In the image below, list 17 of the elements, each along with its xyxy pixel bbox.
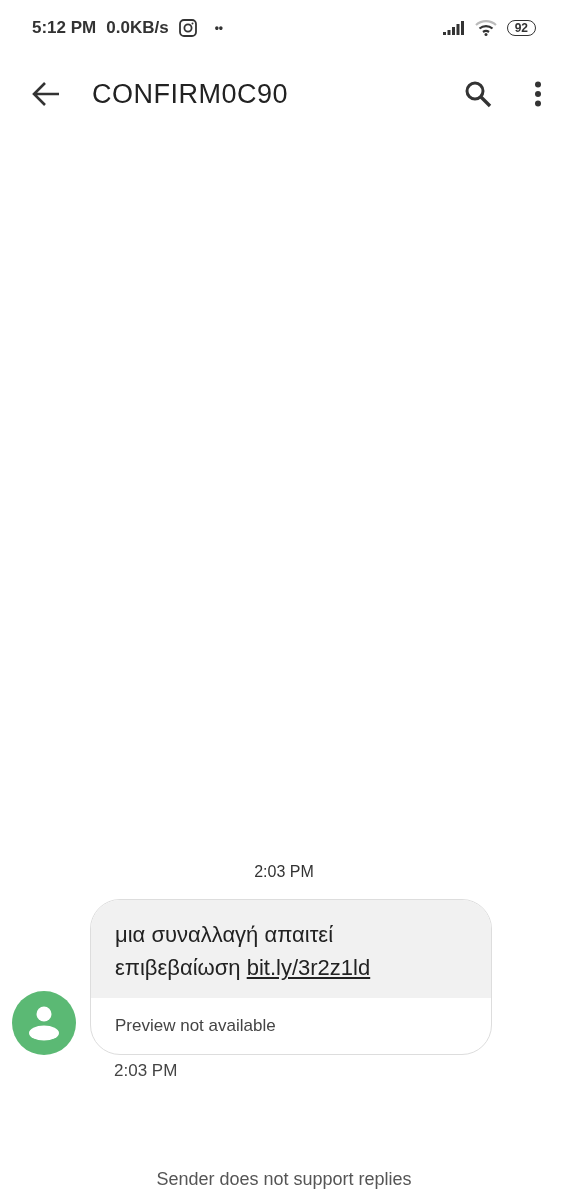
avatar-icon [12,991,76,1055]
message-text: μια συναλλαγή απαιτεί επιβεβαίωση bit.ly/3r2z1ld [91,900,491,998]
message-time: 2:03 PM [114,1061,179,1081]
timestamp-label: 2:03 PM [254,863,314,881]
more-vertical-icon [534,81,542,107]
link-preview-status: Preview not available [114,1015,277,1037]
signal-icon [442,21,465,35]
conversation-title: CONFIRM0C90 [92,78,290,110]
reply-notice: Sender does not support replies [155,1169,413,1190]
wifi-icon [474,20,497,36]
search-icon [464,80,492,108]
camera-icon [178,19,197,37]
notification-dots: •• [214,21,224,35]
link[interactable]: bit.ly/3r2z1ld [246,955,371,980]
back-arrow-icon [32,81,60,107]
status-time: 5:12 PM [32,18,97,38]
network-speed: 0.0KB/s [106,18,169,38]
